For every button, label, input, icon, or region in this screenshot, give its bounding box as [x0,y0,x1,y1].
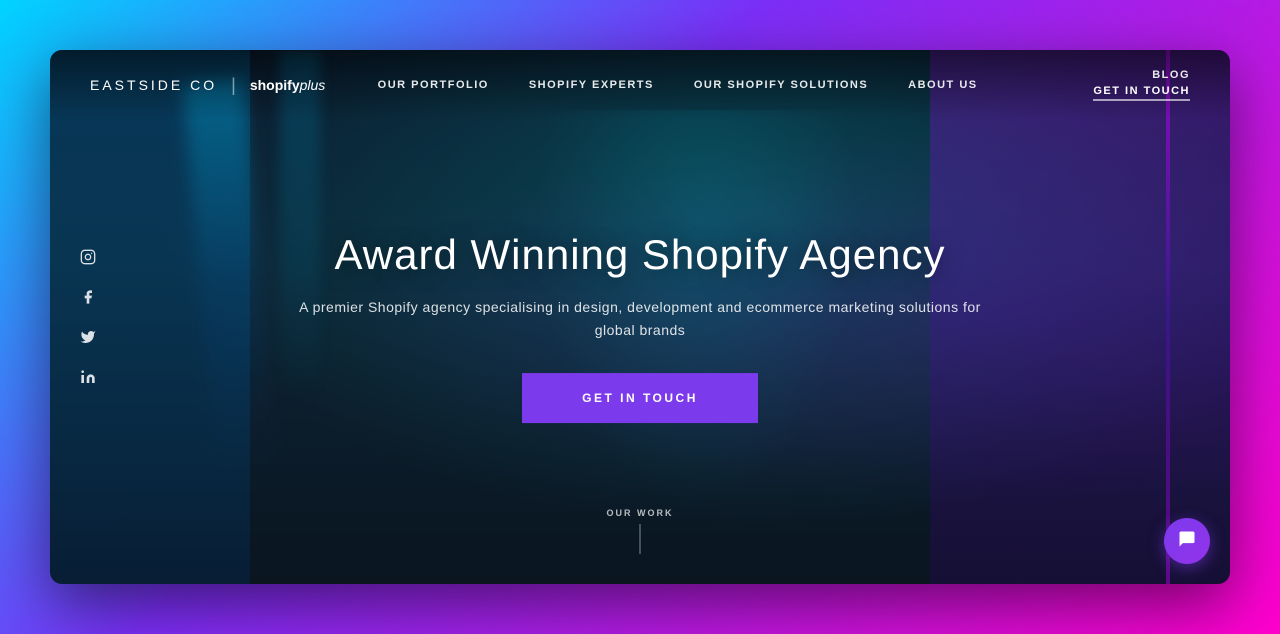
nav-right: BLOG GET IN TOUCH [1030,69,1190,101]
our-work-label: OUR WORK [607,508,674,518]
nav-blog[interactable]: BLOG [1152,69,1190,81]
nav-links: OUR PORTFOLIO SHOPIFY EXPERTS OUR SHOPIF… [325,71,1030,99]
shopify-plus-label: shopifyplus [250,77,325,93]
nav-solutions[interactable]: OUR SHOPIFY SOLUTIONS [674,71,888,99]
nav-portfolio[interactable]: OUR PORTFOLIO [358,71,509,99]
nav-about[interactable]: ABOUT US [888,71,997,99]
hero-title: Award Winning Shopify Agency [335,230,946,280]
our-work-indicator: OUR WORK [607,508,674,554]
cta-get-in-touch-button[interactable]: GET IN TOUCH [522,373,758,423]
navbar: EASTSIDE CO | shopifyplus OUR PORTFOLIO … [50,50,1230,120]
hero-content: Award Winning Shopify Agency A premier S… [50,230,1230,423]
nav-get-in-touch[interactable]: GET IN TOUCH [1093,85,1190,101]
our-work-line [640,524,641,554]
logo-divider: | [231,75,236,96]
hero-subtitle: A premier Shopify agency specialising in… [290,296,990,341]
browser-window: EASTSIDE CO | shopifyplus OUR PORTFOLIO … [50,50,1230,584]
chat-icon [1177,529,1197,554]
chat-button[interactable] [1164,518,1210,564]
logo-area: EASTSIDE CO | shopifyplus [90,75,325,96]
logo-text: EASTSIDE CO [90,77,217,93]
nav-experts[interactable]: SHOPIFY EXPERTS [509,71,674,99]
